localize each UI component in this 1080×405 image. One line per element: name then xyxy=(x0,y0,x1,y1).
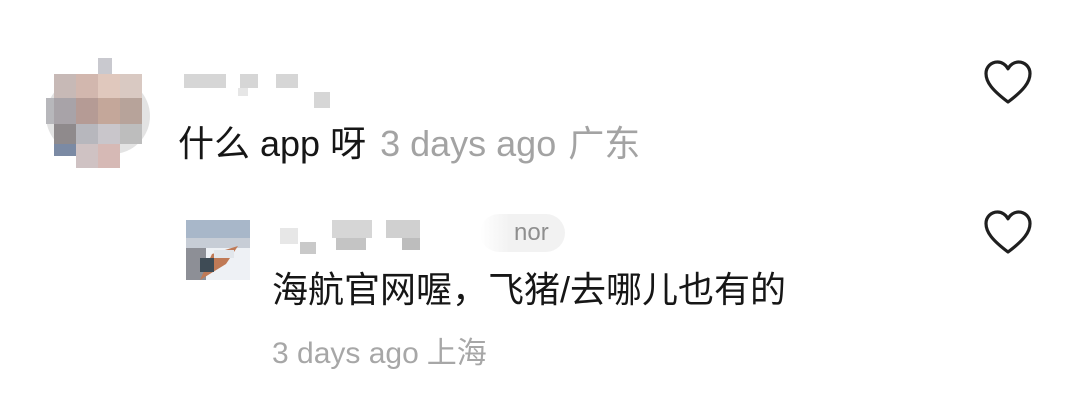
avatar[interactable] xyxy=(46,58,150,168)
comment-item: 什么 app 呀 3 days ago 广东 xyxy=(0,0,1080,190)
comment-text: 海航官网喔，飞猪/去哪儿也有的 xyxy=(272,269,787,310)
reply-item: nor 海航官网喔，飞猪/去哪儿也有的 3 days ago 上海 xyxy=(0,190,1080,405)
heart-outline-icon[interactable] xyxy=(983,60,1033,106)
heart-outline-icon[interactable] xyxy=(983,210,1033,256)
comment-text: 什么 app 呀 xyxy=(178,123,367,164)
comment-location: 广东 xyxy=(568,123,641,164)
author-badge: nor xyxy=(480,214,565,252)
comment-text-line: 海航官网喔，飞猪/去哪儿也有的 xyxy=(272,268,786,312)
comment-time: 3 days ago xyxy=(380,123,557,164)
comment-location: 上海 xyxy=(426,337,487,370)
comment-meta: 3 days ago 上海 xyxy=(272,336,487,372)
pixelated-avatar-image xyxy=(46,58,150,168)
comment-text-line: 什么 app 呀 3 days ago 广东 xyxy=(178,122,640,166)
comment-time: 3 days ago xyxy=(272,337,419,370)
pixelated-avatar-image xyxy=(186,220,250,280)
avatar[interactable] xyxy=(186,220,250,280)
